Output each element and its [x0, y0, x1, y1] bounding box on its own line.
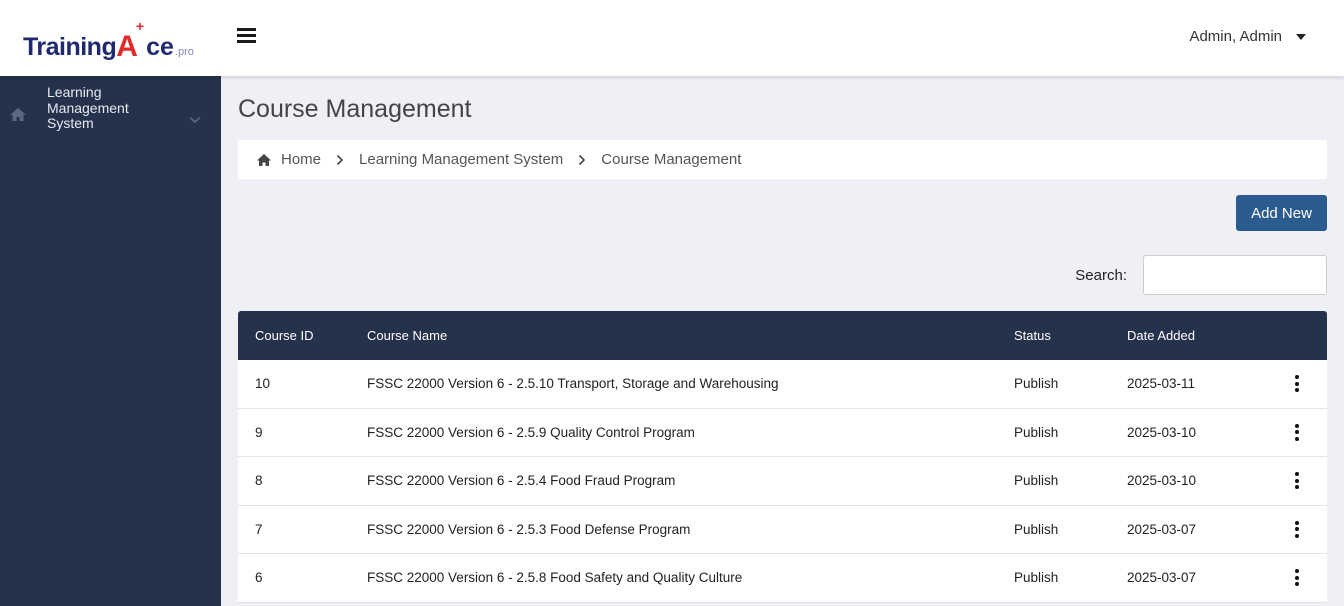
home-icon[interactable]	[256, 153, 272, 167]
chevron-right-icon	[336, 154, 344, 166]
column-header-status[interactable]: Status	[1014, 328, 1127, 343]
cell-date-added: 2025-03-07	[1127, 521, 1197, 537]
cell-course-id: 6	[255, 570, 263, 586]
cell-course-name: FSSC 22000 Version 6 - 2.5.10 Transport,…	[367, 376, 779, 392]
add-new-button[interactable]: Add New	[1236, 195, 1327, 231]
search-input[interactable]	[1143, 255, 1327, 295]
breadcrumb-current: Course Management	[601, 151, 742, 168]
chevron-down-icon	[189, 111, 201, 129]
top-header: Training A+ ce .pro Admin, Admin	[0, 0, 1344, 76]
user-menu[interactable]: Admin, Admin	[1189, 28, 1306, 45]
table-row: 10 FSSC 22000 Version 6 - 2.5.10 Transpo…	[238, 360, 1327, 409]
cell-course-id: 8	[255, 473, 263, 489]
cell-course-id: 7	[255, 521, 263, 537]
logo-text-ce: ce	[146, 33, 174, 61]
cell-course-id: 9	[255, 424, 263, 440]
trainingace-logo[interactable]: Training A+ ce .pro	[23, 18, 194, 63]
cell-status: Publish	[1014, 521, 1059, 537]
cell-status: Publish	[1014, 424, 1059, 440]
cell-course-name: FSSC 22000 Version 6 - 2.5.3 Food Defens…	[367, 521, 691, 537]
cell-course-name: FSSC 22000 Version 6 - 2.5.4 Food Fraud …	[367, 473, 676, 489]
logo-text-a: A+	[116, 18, 145, 63]
cell-course-name: FSSC 22000 Version 6 - 2.5.9 Quality Con…	[367, 424, 695, 440]
column-header-course-name[interactable]: Course Name	[367, 328, 1014, 343]
home-icon	[9, 107, 27, 127]
more-options-icon[interactable]	[1289, 370, 1305, 397]
user-name: Admin, Admin	[1189, 28, 1282, 45]
chevron-right-icon	[578, 154, 586, 166]
column-header-date-added[interactable]: Date Added	[1127, 328, 1267, 343]
more-options-icon[interactable]	[1289, 467, 1305, 494]
page-title: Course Management	[238, 95, 472, 123]
sidebar-item-learning-management-system[interactable]: Learning Management System	[0, 84, 221, 134]
cell-course-name: FSSC 22000 Version 6 - 2.5.8 Food Safety…	[367, 570, 743, 586]
column-header-course-id[interactable]: Course ID	[238, 328, 367, 343]
table-row: 8 FSSC 22000 Version 6 - 2.5.4 Food Frau…	[238, 457, 1327, 506]
breadcrumb: Home Learning Management System Course M…	[238, 140, 1327, 179]
sidebar: Learning Management System	[0, 76, 221, 606]
cell-course-id: 10	[255, 376, 271, 392]
course-table: Course ID Course Name Status Date Added …	[238, 311, 1327, 603]
cell-status: Publish	[1014, 473, 1059, 489]
breadcrumb-home[interactable]: Home	[281, 151, 321, 168]
cell-date-added: 2025-03-10	[1127, 424, 1197, 440]
table-row: 9 FSSC 22000 Version 6 - 2.5.9 Quality C…	[238, 408, 1327, 457]
hamburger-menu-icon[interactable]	[234, 28, 258, 48]
search-area: Search:	[1075, 255, 1327, 295]
cell-date-added: 2025-03-10	[1127, 473, 1197, 489]
cell-date-added: 2025-03-11	[1127, 376, 1196, 392]
logo-text-pro: .pro	[174, 46, 194, 58]
cell-status: Publish	[1014, 376, 1059, 392]
more-options-icon[interactable]	[1289, 516, 1305, 543]
cell-date-added: 2025-03-07	[1127, 570, 1197, 586]
more-options-icon[interactable]	[1289, 419, 1305, 446]
more-options-icon[interactable]	[1289, 564, 1305, 591]
sidebar-item-label: Learning Management System	[47, 84, 129, 131]
search-label: Search:	[1075, 266, 1127, 284]
table-row: 6 FSSC 22000 Version 6 - 2.5.8 Food Safe…	[238, 554, 1327, 603]
table-header: Course ID Course Name Status Date Added	[238, 311, 1327, 360]
logo-text-training: Training	[23, 33, 117, 61]
table-row: 7 FSSC 22000 Version 6 - 2.5.3 Food Defe…	[238, 505, 1327, 554]
breadcrumb-learning-management-system[interactable]: Learning Management System	[359, 151, 563, 168]
cell-status: Publish	[1014, 570, 1059, 586]
caret-down-icon	[1296, 33, 1306, 40]
